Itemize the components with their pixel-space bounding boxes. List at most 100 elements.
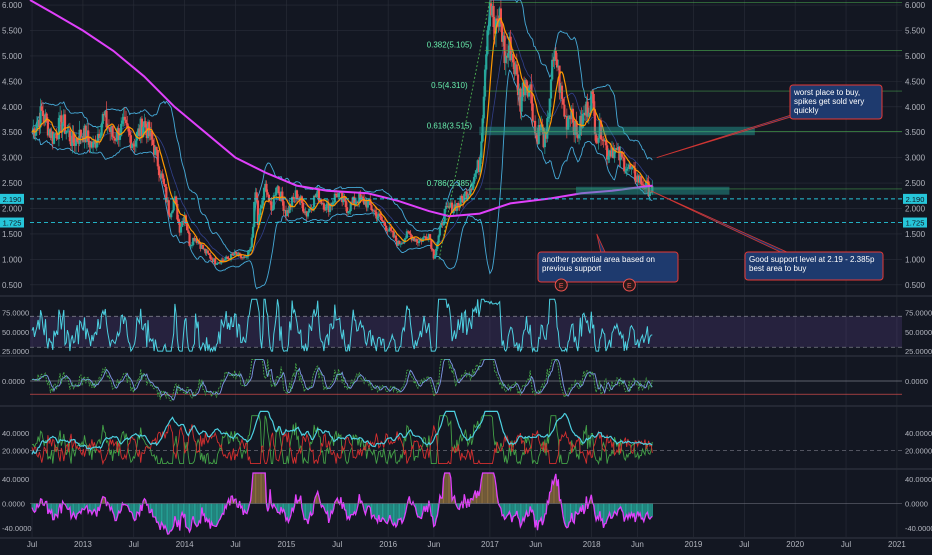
candle-body bbox=[531, 103, 534, 122]
candle-body bbox=[206, 250, 209, 254]
candle-body bbox=[646, 180, 649, 182]
candle-body bbox=[68, 130, 71, 142]
candle-body bbox=[385, 225, 388, 231]
candle-body bbox=[431, 248, 434, 250]
candle-body bbox=[52, 133, 56, 144]
support-price-label-right: 1.725 bbox=[906, 219, 925, 228]
price-y-tick-left: 6.000 bbox=[2, 1, 23, 10]
price-y-tick-left: 2.000 bbox=[2, 205, 23, 214]
callout-text-container: worst place to buy, spikes get sold very… bbox=[794, 88, 864, 115]
x-axis-tick-label: 2021 bbox=[888, 540, 906, 549]
candle-body bbox=[190, 244, 194, 246]
candle-body bbox=[312, 195, 316, 208]
support-price-label-left: 2.190 bbox=[3, 195, 22, 204]
candle-body bbox=[95, 142, 98, 148]
candle-body bbox=[366, 200, 369, 208]
dmi-y-tick-right: 20.0000 bbox=[905, 447, 932, 456]
candle-body bbox=[306, 212, 310, 217]
candle-body bbox=[215, 264, 218, 265]
candle-body bbox=[596, 142, 599, 144]
candle-body bbox=[105, 110, 108, 128]
candle-body bbox=[460, 195, 463, 199]
candle-body bbox=[625, 168, 628, 171]
candle-body bbox=[405, 231, 408, 239]
support-price-label-right: 2.190 bbox=[906, 195, 925, 204]
candle-body bbox=[187, 230, 190, 233]
candle-body bbox=[214, 258, 217, 265]
candle-body bbox=[259, 208, 262, 215]
candle-body bbox=[425, 236, 428, 240]
x-axis-tick-label: Jun bbox=[529, 540, 542, 549]
candle-body bbox=[100, 123, 103, 136]
candle-body bbox=[548, 98, 551, 117]
candle-body bbox=[101, 114, 104, 124]
candle-body bbox=[282, 201, 285, 211]
price-y-tick-right: 1.000 bbox=[905, 255, 926, 264]
candle-body bbox=[207, 253, 211, 255]
candle-body bbox=[87, 130, 90, 141]
candle-body bbox=[111, 126, 114, 137]
candle-body bbox=[273, 195, 277, 196]
candle-body bbox=[128, 131, 131, 136]
price-y-tick-right: 6.000 bbox=[905, 1, 926, 10]
candle-body bbox=[188, 232, 191, 246]
x-axis-tick-label: Jun bbox=[427, 540, 440, 549]
candle-body bbox=[507, 53, 510, 58]
candle-body bbox=[132, 143, 135, 145]
candle-body bbox=[549, 79, 553, 99]
osc1-y-tick-right: 0.0000 bbox=[905, 377, 928, 386]
price-y-tick-left: 2.500 bbox=[2, 179, 23, 188]
candle-body bbox=[389, 227, 393, 231]
event-marker-label: E bbox=[627, 283, 632, 290]
candle-body bbox=[270, 201, 273, 211]
price-y-tick-right: 1.500 bbox=[905, 230, 926, 239]
candle-body bbox=[435, 248, 438, 256]
price-y-tick-right: 2.500 bbox=[905, 179, 926, 188]
candle-body bbox=[167, 200, 170, 215]
candle-body bbox=[112, 136, 115, 139]
price-y-tick-left: 4.500 bbox=[2, 77, 23, 86]
candle-body bbox=[485, 54, 488, 70]
candle-body bbox=[170, 213, 173, 218]
rsi-y-tick-left: 25.0000 bbox=[2, 347, 29, 356]
candle-body bbox=[260, 205, 263, 209]
candle-body bbox=[623, 157, 626, 172]
x-axis-tick-label: 2018 bbox=[583, 540, 601, 549]
candle-body bbox=[157, 166, 161, 176]
candle-body bbox=[40, 106, 43, 111]
price-y-tick-left: 0.500 bbox=[2, 281, 23, 290]
candle-body bbox=[525, 80, 528, 86]
candle-body bbox=[624, 170, 627, 172]
candle-body bbox=[245, 256, 249, 258]
candle-body bbox=[361, 196, 365, 199]
candle-body bbox=[124, 119, 128, 124]
candle-body bbox=[483, 69, 487, 97]
candle-body bbox=[626, 167, 629, 169]
candle-body bbox=[496, 18, 499, 21]
candle-body bbox=[223, 259, 227, 261]
chart-stage: 6.000 6.000 5.500 5.500 5.000 5.000 4.500 4.500… bbox=[0, 0, 932, 550]
candle-body bbox=[562, 98, 565, 105]
x-axis-tick-label: 2015 bbox=[278, 540, 296, 549]
candle-body bbox=[398, 241, 401, 245]
price-y-tick-right: 0.500 bbox=[905, 281, 926, 290]
candle-body bbox=[554, 50, 557, 60]
price-y-tick-right: 5.500 bbox=[905, 27, 926, 36]
x-axis-tick-label: 2014 bbox=[176, 540, 194, 549]
candle-body bbox=[121, 120, 124, 124]
osc2-y-tick-left: 40.0000 bbox=[2, 475, 29, 484]
price-y-tick-left: 4.000 bbox=[2, 103, 23, 112]
price-y-tick-left: 1.500 bbox=[2, 230, 23, 239]
candle-body bbox=[344, 200, 347, 208]
rsi-y-tick-right: 75.0000 bbox=[905, 308, 932, 317]
osc2-y-tick-left: 0.0000 bbox=[2, 500, 25, 509]
candle-body bbox=[281, 191, 284, 202]
candle-body bbox=[597, 138, 600, 143]
candle-body bbox=[151, 139, 155, 146]
candle-body bbox=[475, 170, 478, 174]
candle-body bbox=[404, 238, 407, 240]
candle-body bbox=[433, 255, 437, 259]
candle-body bbox=[560, 85, 564, 99]
candle-body bbox=[457, 203, 460, 206]
candle-body bbox=[265, 183, 268, 193]
